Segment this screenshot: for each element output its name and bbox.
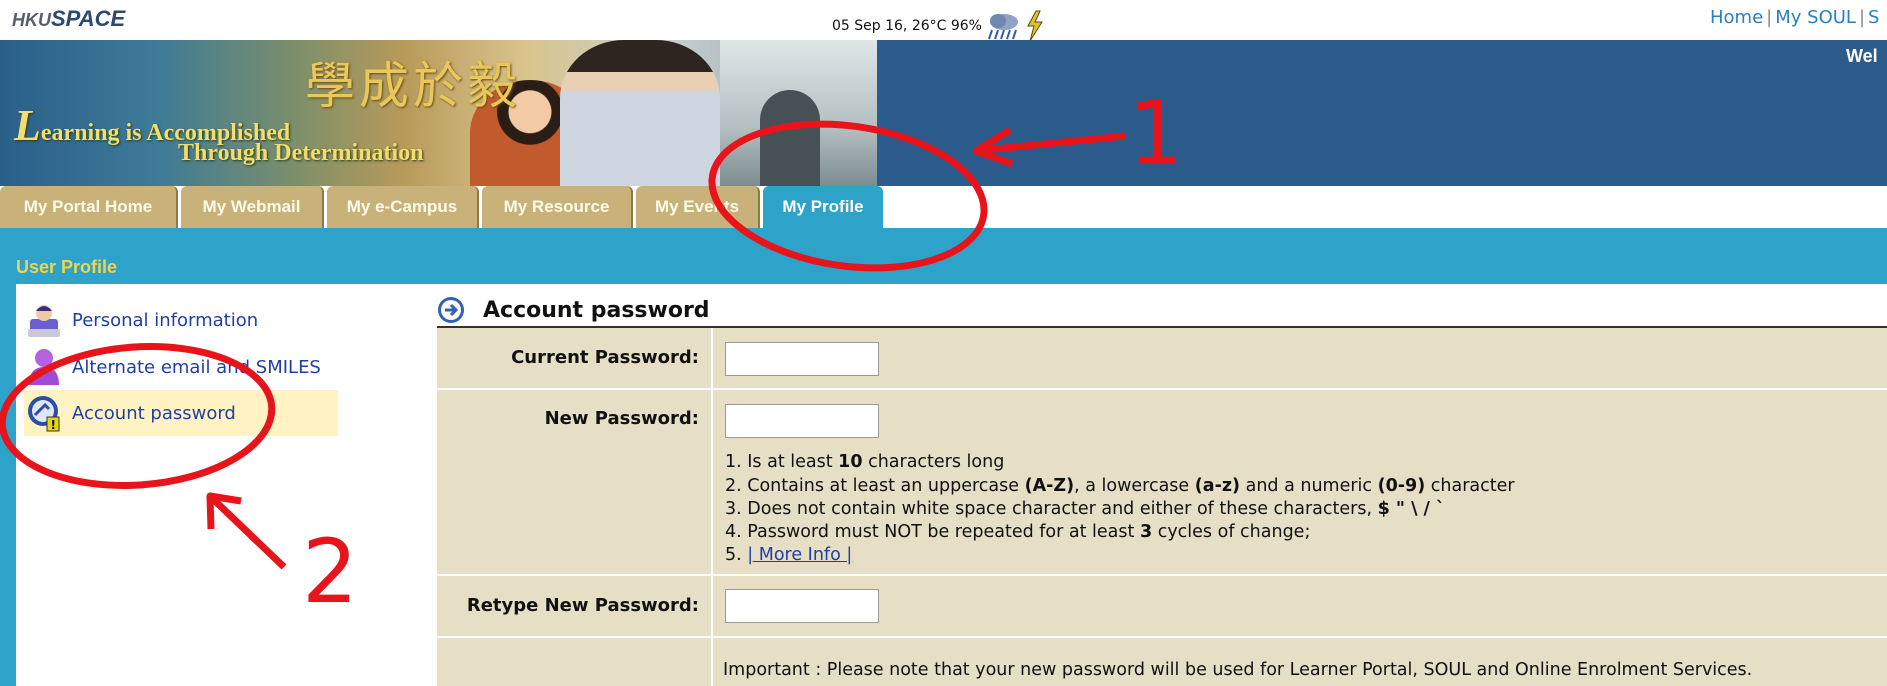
- weather-text: 05 Sep 16, 26°C 96%: [832, 18, 982, 34]
- hkuspace-logo[interactable]: HKUSPACE: [12, 6, 125, 32]
- rule-2: 2. Contains at least an uppercase (A-Z),…: [725, 476, 1515, 496]
- sidebar-item-account-password[interactable]: ! Account password: [24, 390, 338, 436]
- content-heading: Account password: [437, 292, 710, 328]
- rain-cloud-icon: [988, 14, 1018, 40]
- annotation-arrow-2: [211, 497, 287, 570]
- rule-1: 1. Is at least 10 characters long: [725, 452, 1005, 472]
- new-password-input[interactable]: [725, 404, 879, 438]
- important-note-row: Important : Please note that your new pa…: [437, 638, 1887, 686]
- page-title: Account password: [483, 297, 710, 323]
- home-link[interactable]: Home: [1710, 7, 1763, 28]
- tab-my-portal-home[interactable]: My Portal Home: [0, 186, 178, 228]
- thunderstorm-warning-icon: [1027, 10, 1043, 42]
- tab-bar: My Portal Home My Webmail My e-Campus My…: [0, 186, 1887, 228]
- section-band: User Profile: [0, 228, 1887, 284]
- sidebar-item-alternate-email[interactable]: Alternate email and SMILES: [24, 344, 338, 390]
- welcome-text: Wel: [1846, 46, 1878, 66]
- tab-my-resource[interactable]: My Resource: [482, 186, 633, 228]
- more-info-link[interactable]: | More Info |: [747, 545, 852, 565]
- section-title: User Profile: [16, 257, 118, 277]
- top-bar: HKUSPACE 05 Sep 16, 26°C 96% Home | My SOU…: [0, 0, 1887, 42]
- new-password-row: New Password: 1. Is at least 10 characte…: [437, 390, 1887, 574]
- person-icon: [24, 300, 64, 340]
- annotation-label-1: 1: [1128, 82, 1184, 185]
- top-links: Home | My SOUL | S: [1710, 7, 1880, 28]
- svg-text:!: !: [51, 418, 56, 432]
- rule-5: 5. | More Info |: [725, 545, 853, 565]
- truncated-link[interactable]: S: [1868, 7, 1879, 28]
- new-password-label: New Password:: [437, 390, 711, 574]
- user-email-icon: [24, 347, 64, 387]
- banner-image: 學成於毅 Learning is Accomplished Through De…: [0, 40, 877, 186]
- tab-my-e-campus[interactable]: My e-Campus: [327, 186, 479, 228]
- tab-my-profile[interactable]: My Profile: [763, 186, 883, 228]
- retype-password-row: Retype New Password:: [437, 576, 1887, 636]
- banner: 學成於毅 Learning is Accomplished Through De…: [0, 40, 1887, 186]
- sidebar-item-personal-information[interactable]: Personal information: [24, 297, 338, 343]
- tab-my-events[interactable]: My Events: [636, 186, 760, 228]
- my-soul-link[interactable]: My SOUL: [1775, 7, 1856, 28]
- important-note: Important : Please note that your new pa…: [723, 660, 1753, 680]
- rule-3: 3. Does not contain white space characte…: [725, 499, 1445, 519]
- tab-my-webmail[interactable]: My Webmail: [181, 186, 324, 228]
- left-border: [0, 284, 16, 686]
- password-key-icon: !: [24, 393, 64, 433]
- slogan-chinese: 學成於毅: [305, 57, 521, 115]
- current-password-row: Current Password:: [437, 328, 1887, 388]
- current-password-label: Current Password:: [437, 328, 711, 388]
- slogan-line-2: Through Determination: [178, 140, 424, 166]
- weather-info: 05 Sep 16, 26°C 96%: [832, 10, 1046, 42]
- rule-4: 4. Password must NOT be repeated for at …: [725, 522, 1311, 542]
- current-password-input[interactable]: [725, 342, 879, 376]
- arrow-right-circle-icon: [438, 297, 464, 323]
- retype-password-input[interactable]: [725, 589, 879, 623]
- retype-password-label: Retype New Password:: [437, 576, 711, 636]
- annotation-label-2: 2: [302, 520, 358, 623]
